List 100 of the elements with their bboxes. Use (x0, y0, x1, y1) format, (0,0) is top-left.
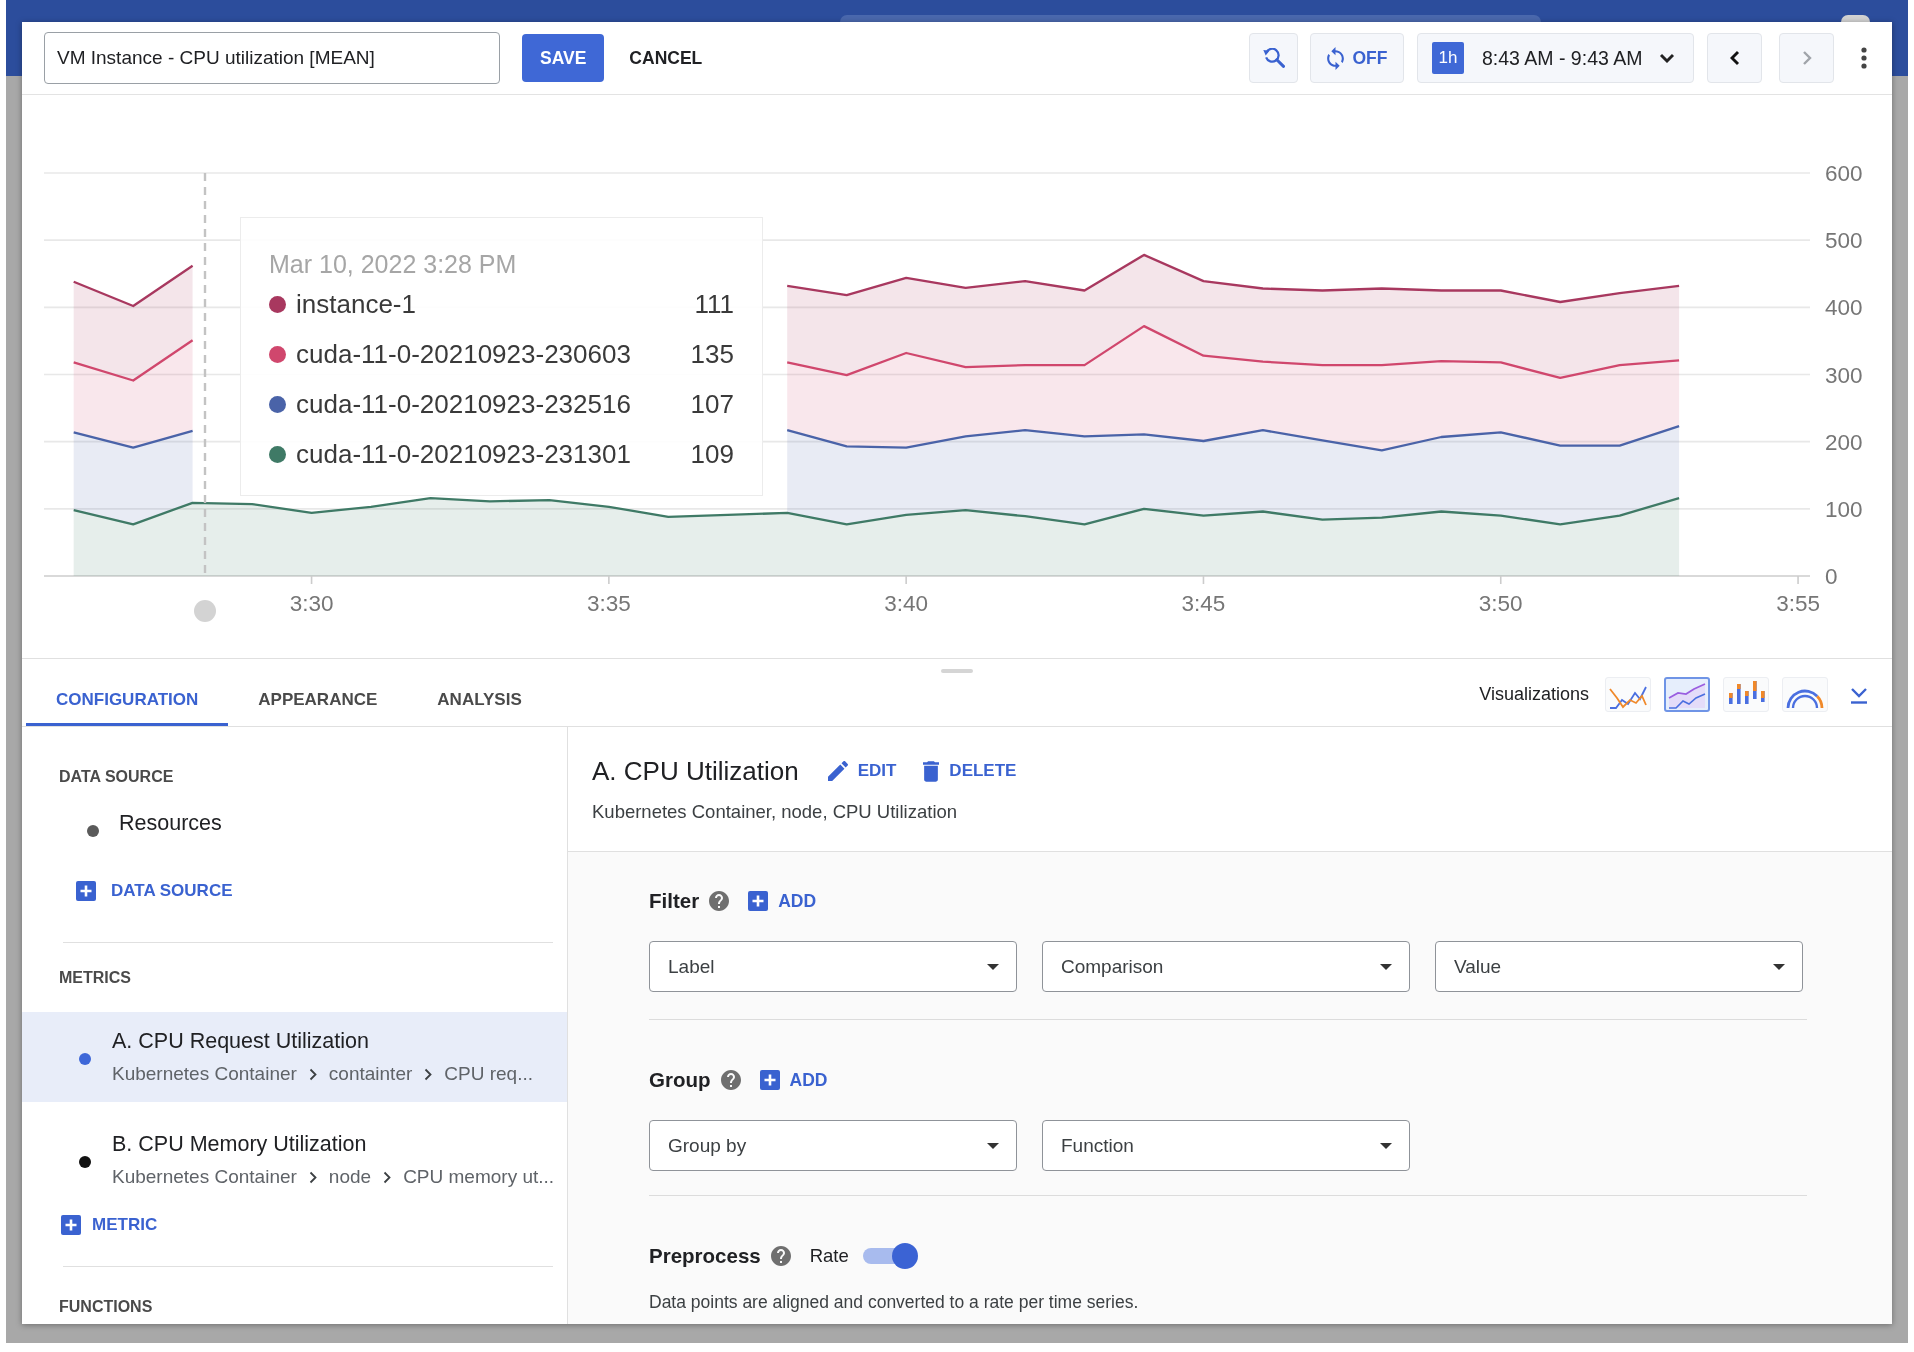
caret-down-icon (987, 963, 999, 970)
help-icon[interactable] (720, 1070, 741, 1090)
pencil-icon (827, 761, 848, 781)
data-source-item[interactable]: Resources (119, 809, 222, 837)
x-axis-label: 3:40 (884, 591, 929, 616)
x-axis-label: 3:55 (1776, 591, 1820, 616)
previous-button[interactable] (1707, 33, 1762, 83)
more-options-icon[interactable] (1861, 47, 1867, 69)
bullet-icon (79, 1053, 91, 1065)
x-axis-label: 3:50 (1478, 591, 1523, 616)
select-field[interactable]: Comparison (1042, 941, 1410, 992)
chevron-right-icon (424, 1067, 433, 1081)
caret-down-icon (987, 1142, 999, 1149)
search-field[interactable] (840, 15, 1541, 22)
y-axis-label: 600 (1825, 161, 1863, 186)
series-name: cuda-11-0-20210923-230603 (296, 338, 631, 370)
series-name: instance-1 (296, 288, 416, 320)
toggle-label: Rate (809, 1245, 849, 1267)
tab[interactable]: ANALYSIS (407, 673, 552, 726)
caret-down-icon (1380, 1142, 1392, 1149)
y-axis-label: 500 (1825, 228, 1863, 254)
series-value: 135 (690, 338, 734, 370)
chevron-right-icon (308, 1067, 317, 1081)
caret-down-icon (1380, 963, 1392, 970)
x-axis-label: 3:30 (289, 591, 334, 616)
series-value: 111 (694, 288, 734, 320)
chevron-right-icon (1801, 50, 1812, 66)
series-name: cuda-11-0-20210923-232516 (296, 388, 631, 420)
metric-title: B. CPU Memory Utilization (112, 1133, 368, 1155)
plus-box-icon (61, 1215, 81, 1235)
section-heading: DATA SOURCE (59, 767, 175, 787)
chevron-left-icon (1729, 50, 1740, 66)
section-title: Preprocess (649, 1244, 761, 1268)
delete-button[interactable]: DELETE (923, 757, 1017, 785)
breadcrumb-text: Kubernetes Container (112, 1063, 297, 1085)
metric-item[interactable]: B. CPU Memory Utilization Kubernetes Container node CPU memory ut... (22, 1115, 567, 1205)
add-metric-button[interactable]: METRIC (61, 1213, 158, 1237)
tab[interactable]: APPEARANCE (228, 673, 408, 726)
section-title: Group (649, 1068, 711, 1092)
x-axis-label: 3:35 (586, 591, 631, 616)
y-axis-label: 0 (1825, 564, 1838, 589)
section-heading: FUNCTIONS (59, 1297, 154, 1317)
bullet-icon (87, 825, 99, 837)
reset-zoom-button[interactable] (1249, 33, 1298, 83)
area-chart-icon (1668, 680, 1706, 709)
resize-handle[interactable] (941, 669, 973, 673)
breadcrumb-text: CPU req... (444, 1063, 533, 1085)
plus-box-icon (748, 891, 769, 911)
title-field[interactable]: VM Instance - CPU utilization [MEAN] (44, 32, 500, 84)
add-data-source-button[interactable]: DATA SOURCE (76, 879, 233, 903)
cancel-button[interactable]: CANCEL (617, 36, 715, 80)
select-field[interactable]: Group by (649, 1120, 1017, 1171)
caret-down-icon (1773, 963, 1785, 970)
time-range-button[interactable]: 1h 8:43 AM - 9:43 AM (1417, 33, 1694, 83)
section-description: Data points are aligned and converted to a rate per time series. (649, 1291, 1140, 1314)
select-field[interactable]: Value (1435, 941, 1803, 992)
breadcrumb-text: containter (328, 1063, 413, 1085)
plus-box-icon (76, 881, 96, 901)
crosshair-handle[interactable] (194, 600, 216, 622)
duration-badge: 1h (1432, 42, 1464, 74)
y-axis-label: 400 (1825, 295, 1863, 321)
y-axis-label: 300 (1825, 362, 1863, 388)
query-subtitle: Kubernetes Container, node, CPU Utilization (592, 800, 959, 824)
chart-type-option[interactable] (1664, 677, 1710, 712)
chevron-right-icon (383, 1170, 392, 1184)
breadcrumb-text: CPU memory ut... (403, 1166, 555, 1188)
series-value: 107 (690, 388, 734, 420)
trash-icon (923, 760, 940, 782)
avatar-icon[interactable] (1841, 15, 1870, 22)
select-field[interactable]: Label (649, 941, 1017, 992)
help-icon[interactable] (770, 1246, 791, 1266)
y-axis-label: 200 (1825, 429, 1863, 455)
zoom-reset-icon (1262, 48, 1285, 68)
edit-button[interactable]: EDIT (827, 757, 897, 785)
x-axis-label: 3:45 (1181, 591, 1226, 616)
breadcrumb-text: node (328, 1166, 372, 1188)
bullet-icon (79, 1156, 91, 1168)
series-value: 109 (690, 438, 734, 470)
save-button[interactable]: SAVE (522, 34, 605, 82)
refresh-icon (1326, 46, 1344, 70)
plus-box-icon (759, 1070, 780, 1090)
select-field[interactable]: Function (1042, 1120, 1410, 1171)
chevron-right-icon (308, 1170, 317, 1184)
query-title: A. CPU Utilization (592, 755, 799, 787)
visualizations-label: Visualizations (1479, 684, 1589, 705)
add-group-button[interactable]: ADD (759, 1068, 828, 1092)
toggle-switch[interactable] (862, 1243, 918, 1269)
add-filter-button[interactable]: ADD (748, 889, 817, 913)
auto-refresh-button[interactable]: OFF (1310, 33, 1404, 83)
tab[interactable]: CONFIGURATION (26, 673, 229, 726)
breadcrumb-text: Kubernetes Container (112, 1166, 297, 1188)
tooltip-title: Mar 10, 2022 3:28 PM (269, 249, 518, 279)
y-axis-label: 100 (1825, 496, 1863, 522)
metric-item[interactable]: A. CPU Request Utilization Kubernetes Container containter CPU req... (22, 1012, 567, 1102)
section-heading: METRICS (59, 968, 132, 988)
section-title: Filter (649, 889, 700, 913)
series-name: cuda-11-0-20210923-231301 (296, 438, 631, 470)
metric-title: A. CPU Request Utilization (112, 1030, 370, 1052)
help-icon[interactable] (709, 891, 730, 911)
chevron-down-line-icon[interactable] (1850, 685, 1868, 704)
